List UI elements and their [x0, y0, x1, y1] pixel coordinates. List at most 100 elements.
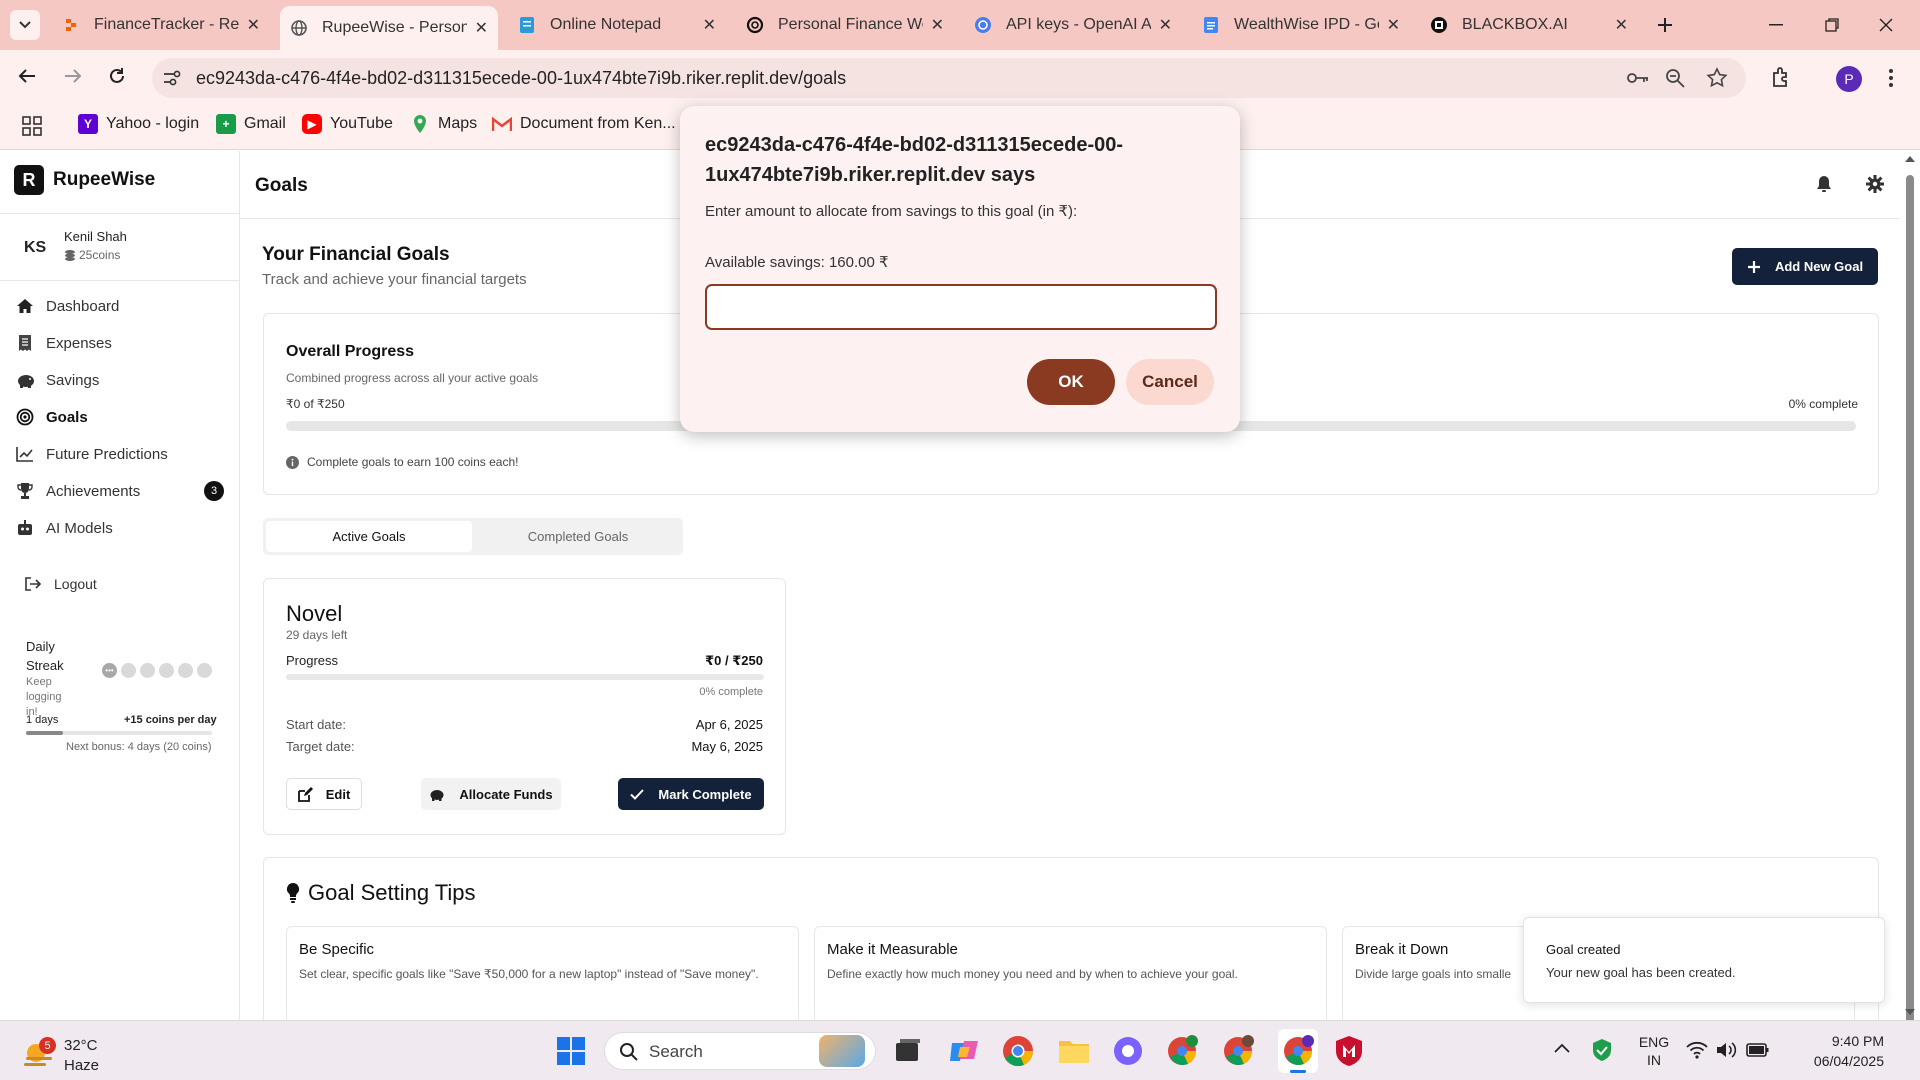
taskbar-app-explorer[interactable]: [1058, 1037, 1090, 1065]
nav-label: Future Predictions: [46, 445, 168, 463]
streak-dots: •••: [102, 663, 212, 678]
tab-personal-finance[interactable]: Personal Finance We ✕: [736, 8, 954, 42]
mark-complete-label: Mark Complete: [658, 786, 752, 802]
taskbar-app-mcafee[interactable]: [1334, 1035, 1364, 1067]
tab-financetracker[interactable]: FinanceTracker - Repl ✕: [52, 8, 270, 42]
brand-name: RupeeWise: [53, 169, 156, 190]
close-window-button[interactable]: [1866, 12, 1906, 38]
bookmark-youtube[interactable]: ▶ YouTube: [302, 114, 393, 134]
url-text[interactable]: ec9243da-c476-4f4e-bd02-d311315ecede-00-…: [196, 68, 846, 89]
allocation-amount-input[interactable]: [705, 284, 1217, 330]
nav-achievements[interactable]: Achievements 3: [16, 481, 224, 501]
nav-label: Savings: [46, 371, 100, 389]
tab-title: API keys - OpenAI AP: [1006, 16, 1151, 33]
tab-wealthwise-doc[interactable]: WealthWise IPD - Go ✕: [1192, 8, 1410, 42]
back-button[interactable]: [14, 63, 40, 89]
close-tab-icon[interactable]: ✕: [1159, 15, 1172, 35]
notifications-bell-icon[interactable]: [1816, 175, 1832, 193]
bookmark-star-icon[interactable]: [1706, 67, 1728, 89]
bookmark-gmail[interactable]: + Gmail: [216, 114, 286, 134]
nav-goals[interactable]: Goals: [16, 408, 88, 426]
tab-active-goals[interactable]: Active Goals: [266, 521, 472, 552]
close-tab-icon[interactable]: ✕: [247, 15, 260, 35]
taskbar-app-task-view[interactable]: [894, 1037, 922, 1065]
zoom-icon[interactable]: [1664, 67, 1686, 89]
divider: [0, 280, 239, 281]
tray-language[interactable]: ENG IN: [1634, 1033, 1674, 1071]
bookmark-maps[interactable]: Maps: [410, 114, 477, 134]
divider: [0, 213, 239, 214]
close-tab-icon[interactable]: ✕: [931, 15, 944, 35]
yahoo-icon: Y: [78, 114, 98, 134]
bookmark-document[interactable]: Document from Ken...: [492, 114, 676, 134]
new-tab-button[interactable]: [1650, 8, 1680, 42]
site-info-icon[interactable]: [162, 68, 182, 88]
streak-progress-fill: [26, 731, 64, 735]
address-bar[interactable]: ec9243da-c476-4f4e-bd02-d311315ecede-00-…: [152, 58, 1746, 98]
tray-battery-icon[interactable]: [1746, 1041, 1770, 1059]
streak-dot: [121, 663, 136, 678]
close-tab-icon[interactable]: ✕: [1387, 15, 1400, 35]
dialog-cancel-button[interactable]: Cancel: [1126, 359, 1214, 405]
nav-expenses[interactable]: Expenses: [16, 334, 112, 352]
page-scrollbar[interactable]: [1900, 151, 1920, 1020]
taskbar-app-chrome[interactable]: [1002, 1035, 1034, 1067]
taskbar-app-chrome-profile-k2[interactable]: [1222, 1035, 1254, 1067]
browser-menu-icon[interactable]: [1888, 68, 1898, 90]
add-new-goal-button[interactable]: Add New Goal: [1732, 248, 1878, 285]
streak-days: 1 days: [26, 714, 59, 726]
apps-grid-icon[interactable]: [22, 116, 42, 136]
toast-notification[interactable]: Goal created Your new goal has been crea…: [1523, 917, 1885, 1003]
logout-button[interactable]: Logout: [24, 575, 97, 593]
taskbar-app-copilot[interactable]: [948, 1035, 980, 1067]
close-tab-icon[interactable]: ✕: [703, 15, 716, 35]
extensions-icon[interactable]: [1770, 66, 1794, 90]
minimize-button[interactable]: [1756, 12, 1796, 38]
taskbar-app-chrome-profile-p[interactable]: [1278, 1029, 1318, 1073]
tab-rupeewise[interactable]: RupeeWise - Persona ✕: [280, 6, 498, 50]
profile-avatar[interactable]: P: [1836, 66, 1862, 92]
mark-complete-button[interactable]: Mark Complete: [618, 778, 764, 810]
dialog-ok-button[interactable]: OK: [1027, 359, 1115, 405]
goals-subheading: Track and achieve your financial targets: [262, 271, 527, 288]
nav-savings[interactable]: Savings: [16, 371, 99, 389]
bookmark-yahoo[interactable]: Y Yahoo - login: [78, 114, 199, 134]
tray-wifi-icon[interactable]: [1686, 1041, 1708, 1059]
settings-gear-icon[interactable]: [1866, 175, 1884, 193]
tab-online-notepad[interactable]: Online Notepad ✕: [508, 8, 726, 42]
streak-progress-track: [26, 731, 212, 735]
tab-completed-goals[interactable]: Completed Goals: [475, 521, 681, 552]
allocate-funds-button[interactable]: Allocate Funds: [421, 778, 561, 810]
tray-clock[interactable]: 9:40 PM 06/04/2025: [1784, 1031, 1884, 1071]
taskbar-search[interactable]: Search: [604, 1032, 876, 1070]
taskbar-app-photos[interactable]: [1112, 1035, 1144, 1067]
reload-button[interactable]: [104, 63, 130, 89]
gmail-m-icon: [492, 114, 512, 134]
tray-security-shield-icon[interactable]: [1592, 1038, 1612, 1062]
chrome-icon: [1284, 1035, 1314, 1066]
tray-volume-icon[interactable]: [1716, 1041, 1738, 1059]
tray-show-hidden-icon[interactable]: [1554, 1043, 1570, 1055]
close-tab-icon[interactable]: ✕: [1615, 15, 1628, 35]
streak-title: Daily Streak: [26, 639, 64, 673]
nav-dashboard[interactable]: Dashboard: [16, 297, 119, 315]
tab-title: WealthWise IPD - Go: [1234, 16, 1379, 33]
forward-button[interactable]: [60, 63, 86, 89]
restore-button[interactable]: [1812, 12, 1852, 38]
start-button[interactable]: [556, 1036, 586, 1066]
coins-icon: [65, 250, 75, 261]
nav-ai-models[interactable]: AI Models: [16, 519, 113, 537]
tab-blackbox[interactable]: BLACKBOX.AI ✕: [1420, 8, 1638, 42]
tab-api-keys[interactable]: API keys - OpenAI AP ✕: [964, 8, 1182, 42]
nav-future-predictions[interactable]: Future Predictions: [16, 445, 168, 463]
weather-widget[interactable]: 5 32°C Haze: [22, 1029, 142, 1075]
taskbar-app-chrome-profile-k1[interactable]: [1166, 1035, 1198, 1067]
edit-goal-button[interactable]: Edit: [286, 778, 362, 810]
bookmark-label: Yahoo - login: [106, 115, 200, 132]
lang-secondary: IN: [1647, 1052, 1661, 1068]
password-key-icon[interactable]: [1626, 68, 1648, 88]
close-tab-icon[interactable]: ✕: [475, 18, 488, 38]
docs-icon: [1202, 16, 1220, 34]
task-view-icon: [896, 1039, 920, 1061]
tab-search-button[interactable]: [10, 10, 40, 40]
